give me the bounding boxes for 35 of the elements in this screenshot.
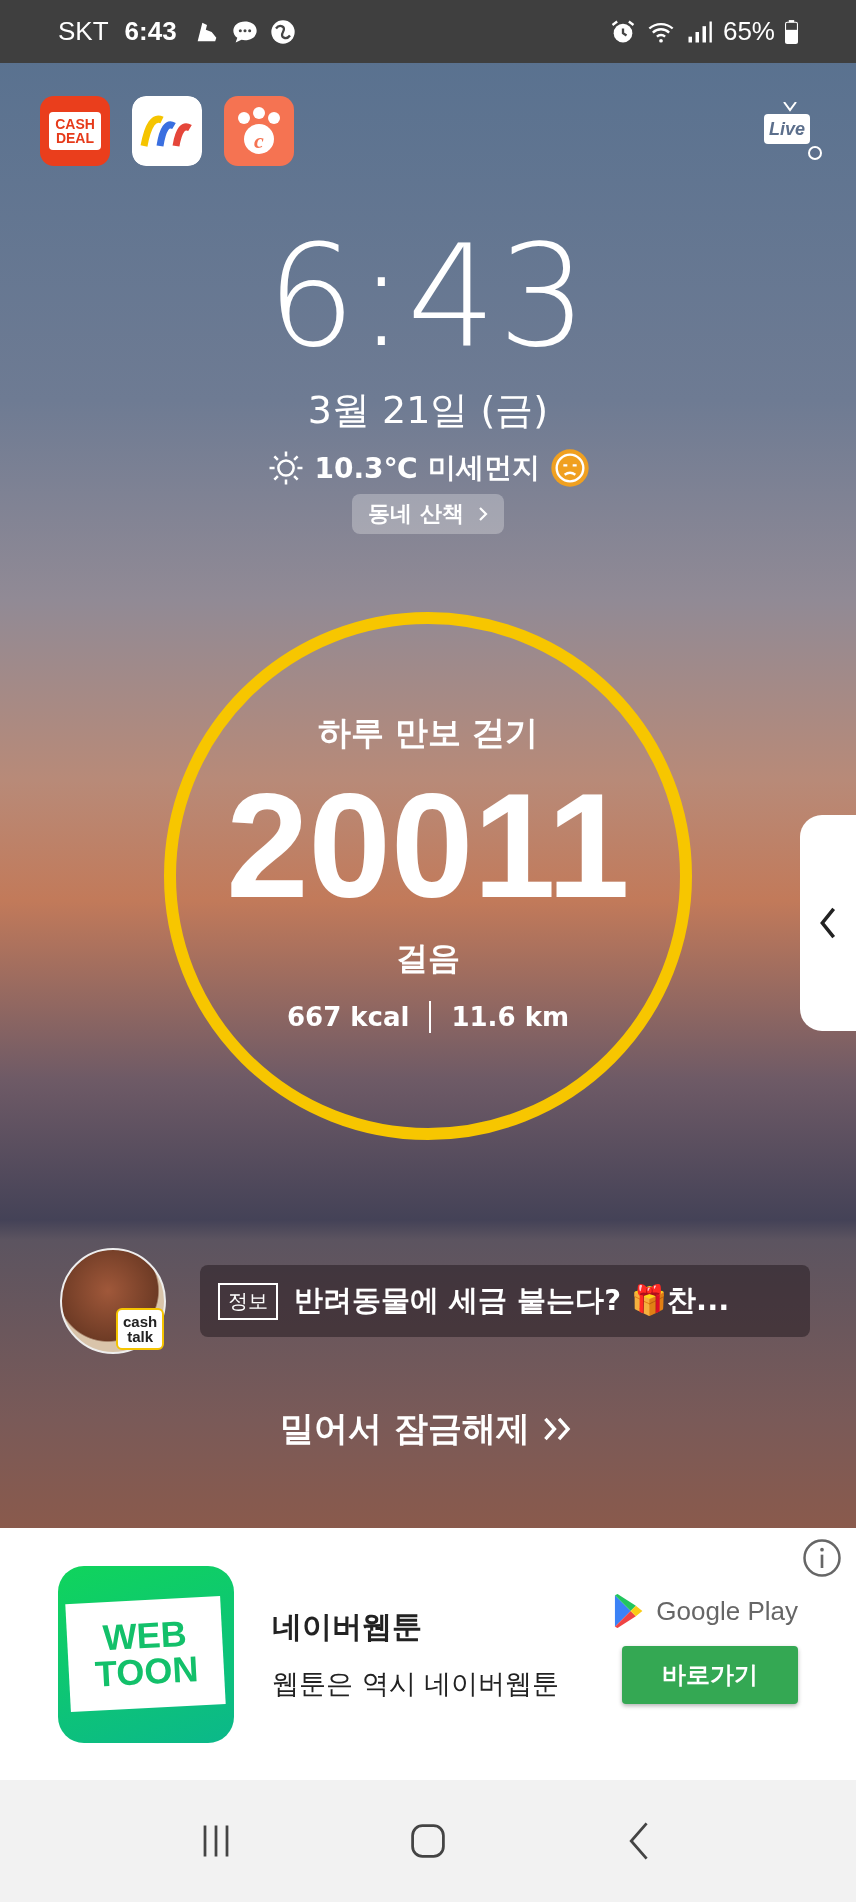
swipe-unlock-text: 밀어서 잠금해제 xyxy=(280,1407,530,1450)
ad-tagline: 웹툰은 역시 네이버웹툰 xyxy=(272,1666,561,1701)
battery-percent: 65% xyxy=(722,16,775,47)
info-icon[interactable] xyxy=(802,1538,842,1578)
calories-text: 667 kcal xyxy=(286,1002,410,1033)
battery-icon xyxy=(785,19,798,44)
fine-dust-label: 미세먼지 xyxy=(427,450,540,486)
webtoon-app-icon: WEB TOON xyxy=(58,1565,234,1743)
open-store-button[interactable]: 바로가기 xyxy=(622,1646,798,1704)
news-headline: 반려동물에 세금 붙는다? 🎁찬... xyxy=(294,1282,730,1319)
clock-time: 6:43 xyxy=(265,227,591,367)
step-goal-title: 하루 만보 걷기 xyxy=(317,711,539,754)
arches-app-icon[interactable] xyxy=(132,96,202,166)
store-name: Google Play xyxy=(656,1595,798,1627)
cash-deal-app-icon[interactable]: CASH DEAL xyxy=(40,96,110,166)
carrier-name: SKT xyxy=(58,16,109,47)
paw-app-icon[interactable]: c xyxy=(224,96,294,166)
frown-face-icon xyxy=(549,448,590,488)
chevron-left-icon xyxy=(818,906,838,940)
news-banner[interactable]: 정보 반려동물에 세금 붙는다? 🎁찬... xyxy=(200,1265,810,1337)
chevron-right-icon xyxy=(477,506,488,522)
side-panel-handle[interactable] xyxy=(800,815,856,1031)
step-unit: 걸음 xyxy=(396,938,460,980)
status-time: 6:43 xyxy=(124,16,177,47)
walk-chip-button[interactable]: 동네 산책 xyxy=(352,494,504,534)
swirl-logo-icon xyxy=(268,17,297,46)
ad-app-title: 네이버웹툰 xyxy=(272,1607,423,1646)
distance-text: 11.6 km xyxy=(451,1002,570,1033)
temperature-text: 10.3℃ xyxy=(314,451,418,485)
info-tag: 정보 xyxy=(218,1282,278,1320)
date-text: 3월 21일 (금) xyxy=(306,387,550,434)
step-count: 20011 xyxy=(226,767,630,924)
ad-banner[interactable]: WEB TOON 네이버웹툰 웹툰은 역시 네이버웹툰 Google Play 바로가기 xyxy=(0,1528,856,1780)
play-triangle-icon xyxy=(612,1594,645,1628)
cash-talk-badge: cash talk xyxy=(116,1308,165,1350)
